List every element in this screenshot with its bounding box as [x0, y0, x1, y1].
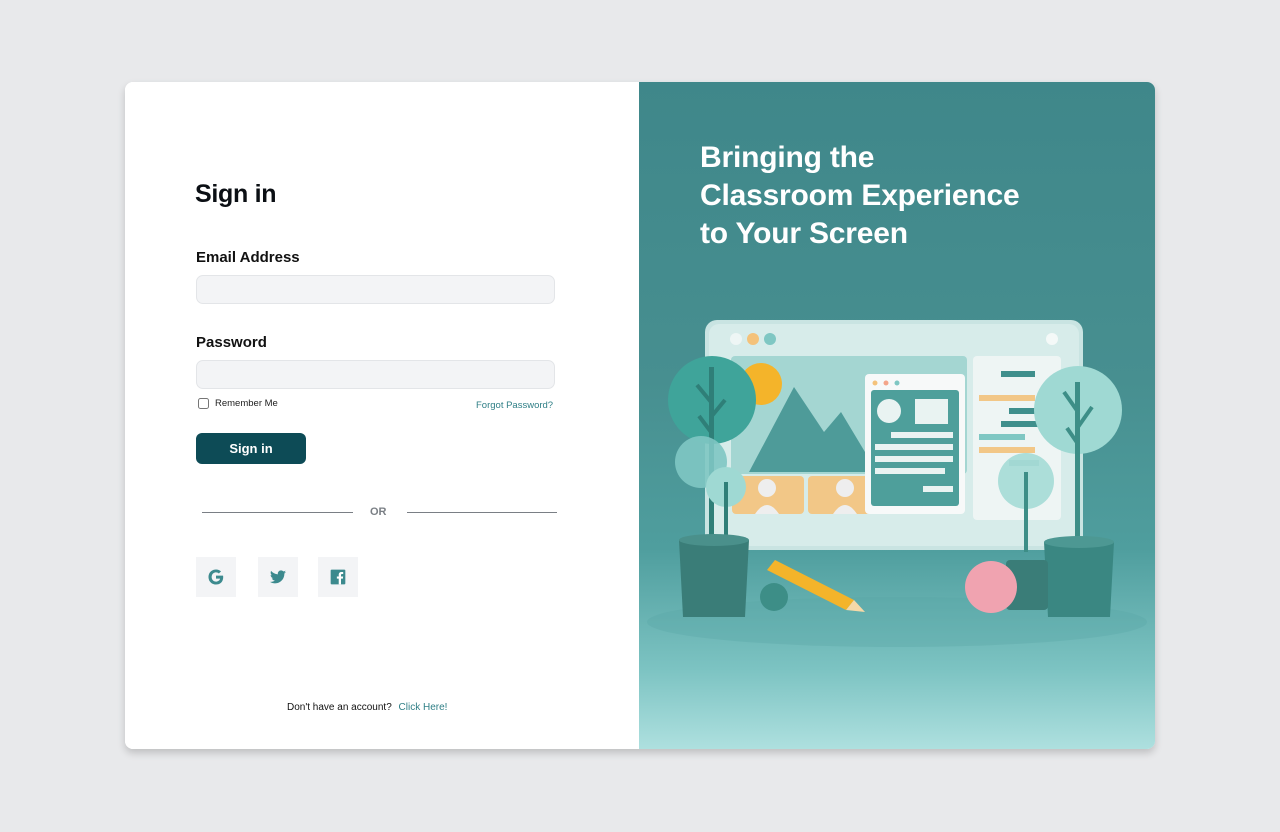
divider-line-right	[407, 512, 557, 513]
remember-me-checkbox[interactable]	[198, 398, 209, 409]
facebook-icon	[330, 569, 346, 585]
classroom-illustration	[647, 320, 1147, 647]
email-label: Email Address	[196, 249, 300, 266]
remember-me-label: Remember Me	[215, 398, 278, 409]
forgot-password-link[interactable]: Forgot Password?	[476, 400, 553, 411]
divider-or: OR	[370, 506, 387, 518]
password-field[interactable]	[196, 360, 555, 389]
page-title: Sign in	[195, 180, 277, 208]
google-icon	[208, 569, 224, 585]
facebook-sign-in-button[interactable]	[318, 557, 358, 597]
sign-in-button[interactable]: Sign in	[196, 433, 306, 464]
remember-me: Remember Me	[198, 398, 278, 409]
twitter-icon	[270, 570, 286, 584]
login-card: Sign in Email Address Password Remember …	[125, 82, 1155, 749]
password-label: Password	[196, 334, 267, 351]
email-field[interactable]	[196, 275, 555, 304]
signup-prompt: Don't have an account? Click Here!	[287, 702, 447, 713]
twitter-sign-in-button[interactable]	[258, 557, 298, 597]
sign-in-panel: Sign in Email Address Password Remember …	[125, 82, 639, 749]
signup-prompt-text: Don't have an account?	[287, 702, 392, 713]
signup-link[interactable]: Click Here!	[399, 702, 448, 713]
google-sign-in-button[interactable]	[196, 557, 236, 597]
divider-line-left	[202, 512, 353, 513]
hero-panel: Bringing the Classroom Experience to You…	[639, 82, 1155, 749]
